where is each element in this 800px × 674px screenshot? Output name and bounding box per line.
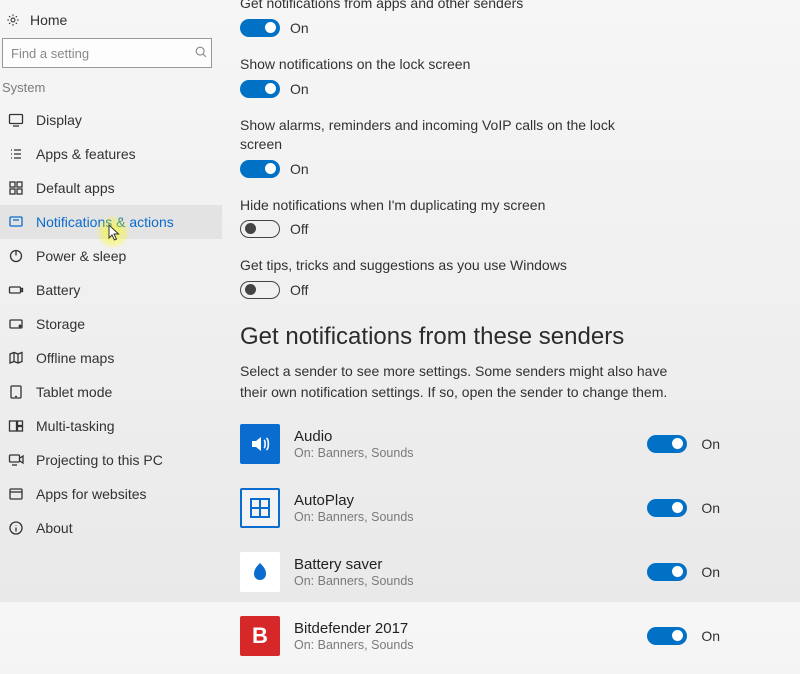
bitdefender-icon: B (240, 616, 280, 656)
tablet-icon (8, 384, 24, 400)
battery-saver-icon (240, 552, 280, 592)
link-icon (8, 486, 24, 502)
toggle-hide-duplicating[interactable] (240, 220, 280, 238)
sidebar-item-label: Power & sleep (36, 248, 126, 264)
sender-name: Bitdefender 2017 (294, 620, 647, 637)
sidebar: Home System Display Apps & features Defa… (0, 0, 222, 602)
sender-row-bitdefender[interactable]: B Bitdefender 2017 On: Banners, Sounds O… (240, 610, 760, 674)
notification-icon (8, 214, 24, 230)
info-icon (8, 520, 24, 536)
search-input[interactable] (2, 38, 212, 68)
sidebar-item-label: Battery (36, 282, 80, 298)
sender-toggle-audio[interactable] (647, 435, 687, 453)
sender-toggle-autoplay[interactable] (647, 499, 687, 517)
sidebar-item-notifications[interactable]: Notifications & actions (0, 205, 222, 239)
sidebar-item-label: Storage (36, 316, 85, 332)
multitask-icon (8, 418, 24, 434)
nidebar-nav: Display Apps & features Default apps Not… (0, 103, 222, 545)
setting-title: Get notifications from apps and other se… (240, 0, 760, 13)
toggle-state: On (701, 500, 720, 516)
sidebar-item-label: Projecting to this PC (36, 452, 163, 468)
toggle-lockscreen-alarms[interactable] (240, 160, 280, 178)
toggle-state: On (701, 564, 720, 580)
sidebar-item-label: Notifications & actions (36, 214, 174, 230)
sidebar-item-battery[interactable]: Battery (0, 273, 222, 307)
sidebar-item-power-sleep[interactable]: Power & sleep (0, 239, 222, 273)
toggle-state: On (290, 161, 309, 177)
sidebar-item-projecting[interactable]: Projecting to this PC (0, 443, 222, 477)
toggle-state: On (701, 628, 720, 644)
grid-icon (8, 180, 24, 196)
toggle-state: Off (290, 282, 308, 298)
setting-title: Hide notifications when I'm duplicating … (240, 196, 760, 215)
sidebar-item-offline-maps[interactable]: Offline maps (0, 341, 222, 375)
sidebar-item-label: Default apps (36, 180, 115, 196)
setting-title: Show alarms, reminders and incoming VoIP… (240, 116, 640, 154)
sender-row-autoplay[interactable]: AutoPlay On: Banners, Sounds On (240, 482, 760, 546)
sender-sub: On: Banners, Sounds (294, 638, 647, 652)
sender-name: Audio (294, 428, 647, 445)
senders-heading: Get notifications from these senders (240, 323, 760, 351)
sidebar-item-tablet-mode[interactable]: Tablet mode (0, 375, 222, 409)
toggle-state: On (290, 20, 309, 36)
sidebar-item-storage[interactable]: Storage (0, 307, 222, 341)
sender-sub: On: Banners, Sounds (294, 446, 647, 460)
sender-sub: On: Banners, Sounds (294, 510, 647, 524)
battery-icon (8, 282, 24, 298)
sidebar-item-label: About (36, 520, 73, 536)
sender-name: Battery saver (294, 556, 647, 573)
toggle-apps-senders[interactable] (240, 19, 280, 37)
sidebar-item-label: Multi-tasking (36, 418, 115, 434)
map-icon (8, 350, 24, 366)
sender-row-battery-saver[interactable]: Battery saver On: Banners, Sounds On (240, 546, 760, 610)
project-icon (8, 452, 24, 468)
section-label: System (0, 80, 222, 103)
sidebar-item-default-apps[interactable]: Default apps (0, 171, 222, 205)
toggle-lockscreen-notifications[interactable] (240, 80, 280, 98)
list-icon (8, 146, 24, 162)
sender-name: AutoPlay (294, 492, 647, 509)
sender-row-audio[interactable]: Audio On: Banners, Sounds On (240, 418, 760, 482)
sidebar-item-apps-features[interactable]: Apps & features (0, 137, 222, 171)
sidebar-item-label: Tablet mode (36, 384, 112, 400)
sidebar-item-label: Apps & features (36, 146, 136, 162)
setting-title: Get tips, tricks and suggestions as you … (240, 256, 760, 275)
sidebar-item-label: Display (36, 112, 82, 128)
home-label: Home (30, 12, 67, 28)
sidebar-item-display[interactable]: Display (0, 103, 222, 137)
sender-toggle-bitdefender[interactable] (647, 627, 687, 645)
sidebar-item-label: Offline maps (36, 350, 114, 366)
power-icon (8, 248, 24, 264)
home-button[interactable]: Home (0, 6, 222, 38)
sidebar-item-multitasking[interactable]: Multi-tasking (0, 409, 222, 443)
search-icon (194, 45, 208, 59)
sidebar-item-about[interactable]: About (0, 511, 222, 545)
toggle-state: On (290, 81, 309, 97)
storage-icon (8, 316, 24, 332)
sidebar-item-apps-websites[interactable]: Apps for websites (0, 477, 222, 511)
sender-sub: On: Banners, Sounds (294, 574, 647, 588)
toggle-state: Off (290, 221, 308, 237)
sender-toggle-battery-saver[interactable] (647, 563, 687, 581)
monitor-icon (8, 112, 24, 128)
toggle-state: On (701, 436, 720, 452)
search-wrap (2, 38, 216, 68)
toggle-tips[interactable] (240, 281, 280, 299)
content-pane: Get notifications from apps and other se… (222, 0, 800, 602)
setting-title: Show notifications on the lock screen (240, 55, 760, 74)
audio-icon (240, 424, 280, 464)
sidebar-item-label: Apps for websites (36, 486, 147, 502)
autoplay-icon (240, 488, 280, 528)
senders-description: Select a sender to see more settings. So… (240, 361, 670, 402)
gear-icon (6, 13, 20, 27)
